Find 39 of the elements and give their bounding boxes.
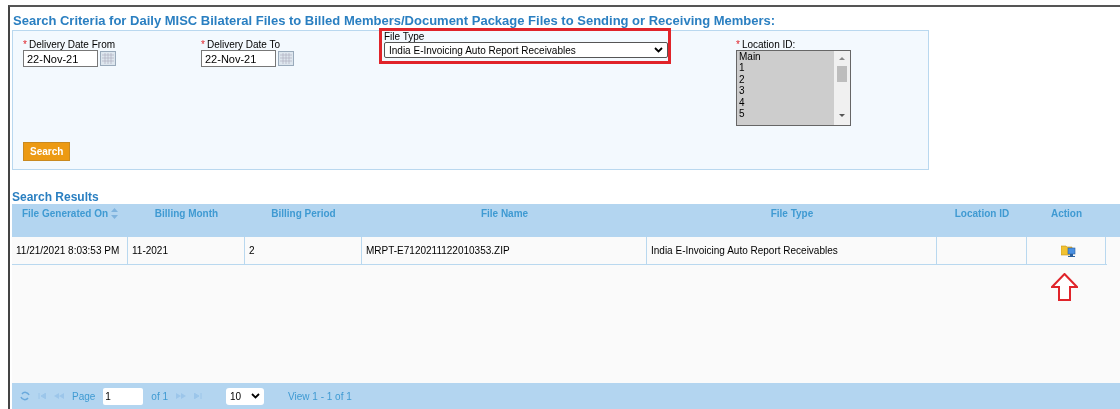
criteria-title: Search Criteria for Daily MISC Bilateral Files to Billed Members/Document Package Files to Sending or Receiving Members: <box>12 12 777 30</box>
list-option[interactable]: 2 <box>739 73 834 86</box>
column-header: File Name <box>480 208 529 221</box>
folder-computer-icon[interactable] <box>1060 243 1076 258</box>
file-type-select[interactable]: India E-Invoicing Auto Report Receivables <box>384 42 668 58</box>
field-label: File Type <box>384 31 426 42</box>
list-option[interactable]: 3 <box>739 85 834 97</box>
column-header: Location ID <box>954 208 1010 221</box>
chevron-down-icon <box>251 393 261 399</box>
page-input[interactable]: 1 <box>103 387 144 405</box>
list-option[interactable]: 4 <box>739 96 834 109</box>
calendar-icon[interactable] <box>278 51 294 66</box>
column-header: File Type <box>770 208 814 221</box>
list-option[interactable]: 1 <box>739 62 834 74</box>
table-cell: 2 <box>245 237 362 264</box>
column-header: Billing Month <box>154 208 219 221</box>
calendar-icon[interactable] <box>100 51 116 66</box>
column-header: Action <box>1050 208 1083 221</box>
table-cell: 11/21/2021 8:03:53 PM <box>12 237 128 264</box>
location-listbox[interactable]: Main 1 2 3 4 5 <box>736 50 851 126</box>
page-count: of 1 <box>151 390 169 402</box>
chevron-down-icon <box>654 47 663 53</box>
table-cell: 11-2021 <box>128 237 245 264</box>
page-label: Page <box>72 390 96 402</box>
page-size-select[interactable]: 10 <box>226 387 265 405</box>
refresh-icon[interactable] <box>20 391 30 401</box>
sort-icon[interactable] <box>111 208 119 219</box>
table-cell: India E-Invoicing Auto Report Receivables <box>647 237 937 264</box>
date-input[interactable]: 22-Nov-21 <box>201 50 276 67</box>
view-range: View 1 - 1 of 1 <box>288 390 352 402</box>
column-header: Billing Period <box>271 208 336 221</box>
field-label: * Location ID: <box>736 39 797 50</box>
field-label: * Delivery Date To <box>201 39 282 50</box>
field-label: * Delivery Date From <box>23 39 117 50</box>
results-title: Search Results <box>12 190 100 204</box>
list-option[interactable]: Main <box>739 51 834 63</box>
date-input[interactable]: 22-Nov-21 <box>23 50 98 67</box>
table-cell: MRPT-E7120211122010353.ZIP <box>362 237 647 264</box>
list-option[interactable]: 5 <box>739 108 834 120</box>
